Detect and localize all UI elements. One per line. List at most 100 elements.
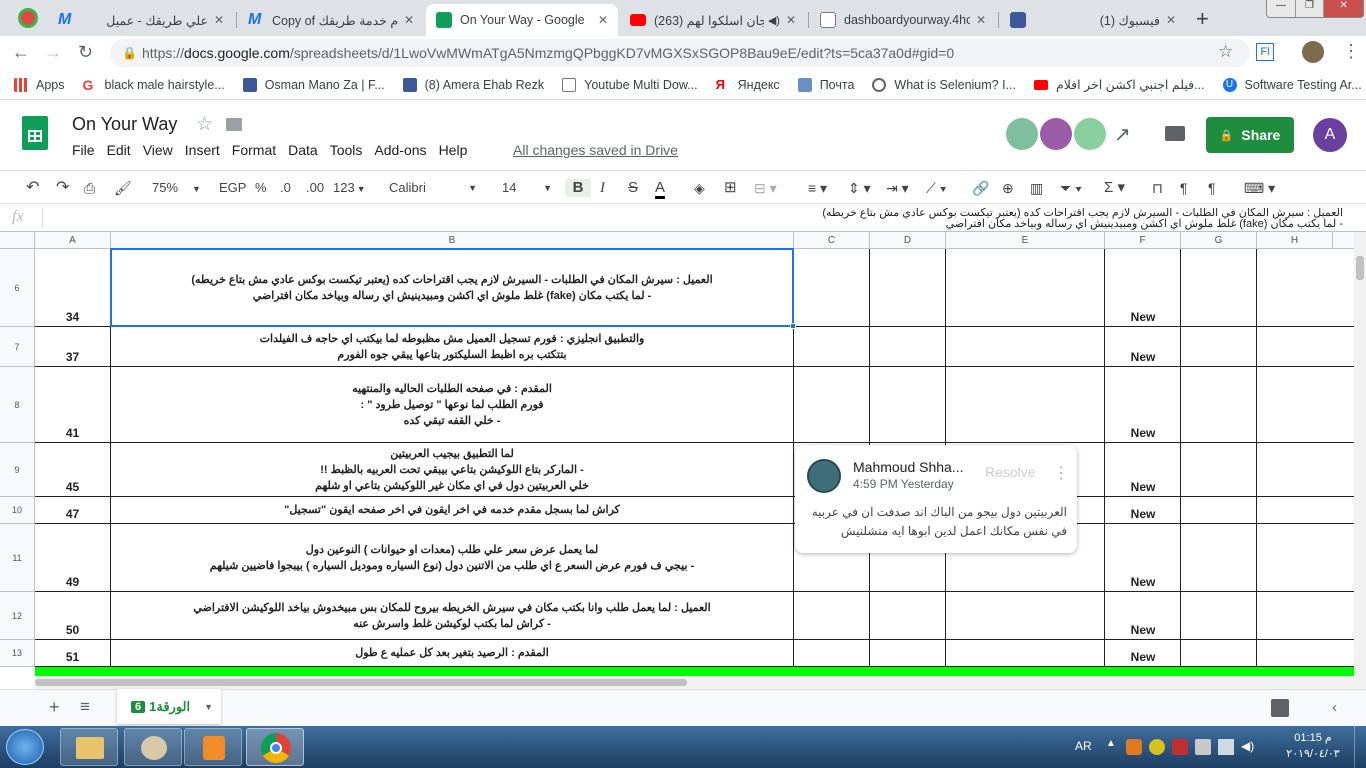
column-header[interactable]: C [794, 232, 870, 249]
taskbar-chrome-icon[interactable] [246, 728, 304, 766]
column-header[interactable]: F [1105, 232, 1181, 249]
sheets-logo-icon[interactable] [22, 116, 48, 150]
account-avatar[interactable]: A [1313, 118, 1347, 152]
bookmark[interactable]: Почта [797, 77, 854, 92]
cell-b[interactable]: لما التطبيق بيجيب العربيتين - الماركر بت… [111, 443, 793, 496]
reload-icon[interactable]: ↻ [78, 42, 93, 63]
add-sheet-icon[interactable]: + [49, 697, 60, 718]
row-header[interactable]: 7 [0, 327, 35, 367]
taskbar-explorer-icon[interactable] [60, 728, 118, 766]
bookmark[interactable]: فيلم اجنبي اكشن اخر افلام... [1033, 77, 1205, 92]
cell-f-status[interactable]: New [1105, 575, 1181, 589]
collaborator-avatar[interactable] [1006, 118, 1038, 150]
menu-help[interactable]: Help [433, 142, 474, 158]
menu-format[interactable]: Format [226, 142, 282, 158]
cell-b[interactable]: المقدم : في صفحه الطلبات الحاليه والمنته… [111, 367, 793, 442]
cell-f-status[interactable]: New [1105, 310, 1181, 324]
tray-app-icon[interactable] [1172, 739, 1188, 755]
cell-f-status[interactable]: New [1105, 426, 1181, 440]
minimize-icon[interactable]: — [1267, 0, 1295, 17]
row-header[interactable]: 13 [0, 640, 35, 667]
tray-app-icon[interactable] [1195, 739, 1211, 755]
decrease-decimals-button[interactable]: .0 [280, 179, 291, 197]
clock[interactable]: 01:15 م ٢٠١٩/٠٤/٠٣ [1280, 730, 1346, 762]
window-close-icon[interactable]: ✕ [1323, 0, 1363, 17]
start-button[interactable] [6, 729, 44, 765]
insert-chart-icon[interactable]: ▥ [1030, 179, 1043, 197]
keyboard-icon[interactable]: ⌨ ▾ [1244, 179, 1275, 197]
cell-b[interactable]: لما يعمل عرض سعر علي طلب (معدات او حيوان… [111, 524, 793, 591]
more-options-icon[interactable]: ⋮ [1053, 463, 1069, 483]
select-all-corner[interactable] [0, 232, 35, 249]
close-icon[interactable]: ✕ [598, 13, 608, 27]
show-hidden-icons[interactable]: ▲ [1106, 738, 1116, 749]
save-status-link[interactable]: All changes saved in Drive [513, 142, 678, 158]
column-header[interactable]: A [35, 232, 111, 249]
sheet-tab[interactable]: 6 الورقة1 ▼ [117, 689, 221, 724]
insert-link-icon[interactable]: 🔗 [972, 179, 989, 197]
column-header[interactable]: B [111, 232, 794, 249]
align-vertical-icon[interactable]: ⇕ ▾ [848, 179, 871, 197]
strikethrough-button[interactable]: S [628, 179, 638, 197]
all-sheets-icon[interactable]: ≡ [80, 697, 90, 717]
menu-tools[interactable]: Tools [324, 142, 369, 158]
font-size-select[interactable]: 14 ▼ [502, 179, 552, 197]
horizontal-scrollbar[interactable] [35, 676, 1354, 689]
collapse-panel-icon[interactable]: ‹ [1332, 699, 1337, 716]
folder-icon[interactable] [226, 118, 242, 131]
menu-edit[interactable]: Edit [101, 142, 137, 158]
insert-comment-icon[interactable]: ⊕ [1002, 179, 1014, 197]
borders-icon[interactable]: ⊞ [724, 179, 737, 197]
browser-app-icon[interactable] [18, 8, 38, 28]
bold-button[interactable]: B [565, 179, 591, 197]
redo-icon[interactable]: ↷ [56, 179, 69, 197]
rtl-icon[interactable]: ¶ [1180, 179, 1188, 197]
column-header[interactable]: E [946, 232, 1105, 249]
document-title[interactable]: On Your Way [72, 114, 177, 135]
row-header[interactable]: 10 [0, 497, 35, 524]
cell-f-status[interactable]: New [1105, 623, 1181, 637]
text-wrap-icon[interactable]: ⇥ ▾ [886, 179, 909, 197]
bookmark[interactable]: U Software Testing Ar... [1222, 77, 1362, 92]
row-header[interactable]: 9 [0, 443, 35, 497]
collaborator-avatar[interactable] [1074, 118, 1106, 150]
network-icon[interactable] [1218, 739, 1234, 755]
functions-icon[interactable]: Σ ▾ [1104, 179, 1125, 197]
menu-insert[interactable]: Insert [179, 142, 226, 158]
percent-button[interactable]: % [255, 179, 267, 197]
browser-tab-active[interactable]: On Your Way - Google ✕ [426, 4, 618, 36]
comment-card[interactable]: Mahmoud Shha... 4:59 PM Yesterday Resolv… [795, 445, 1077, 553]
cell-f-status[interactable]: New [1105, 350, 1181, 364]
menu-addons[interactable]: Add-ons [368, 142, 432, 158]
menu-file[interactable]: File [66, 142, 101, 158]
forward-icon[interactable]: → [44, 42, 62, 63]
cell-b[interactable]: العميل : لما يعمل طلب وانا بكتب مكان في … [111, 592, 793, 639]
tray-icons[interactable]: ◀) [1126, 739, 1257, 755]
filter-icon[interactable]: ⏷ ▾ [1060, 179, 1082, 197]
cell-a[interactable]: 51 [35, 650, 110, 664]
close-icon[interactable]: ✕ [214, 13, 224, 27]
undo-icon[interactable]: ↶ [26, 179, 39, 197]
collaborator-avatars[interactable] [1006, 118, 1106, 150]
cell-f-status[interactable]: New [1105, 480, 1181, 494]
currency-button[interactable]: EGP [219, 179, 246, 197]
close-icon[interactable]: ✕ [976, 13, 986, 27]
more-formats-button[interactable]: 123 ▼ [333, 179, 366, 197]
align-horizontal-icon[interactable]: ≡ ▾ [808, 179, 827, 197]
browser-tab[interactable]: dashboardyourway.4ho ✕ [810, 4, 996, 36]
cell-a[interactable]: 49 [35, 575, 110, 589]
cell-f-status[interactable]: New [1105, 650, 1181, 664]
formula-input[interactable]: العميل : سيرش المكان في الطلبات - السيرش… [48, 208, 1343, 230]
print-icon[interactable]: ⎙ [84, 179, 95, 197]
freeze-icon[interactable]: ⊓ [1152, 179, 1163, 197]
text-rotate-icon[interactable]: ⟋ ▾ [926, 179, 947, 197]
cell-a[interactable]: 37 [35, 350, 110, 364]
increase-decimals-button[interactable]: .00 [306, 179, 324, 197]
merge-cells-icon[interactable]: ⊟ ▾ [754, 179, 777, 197]
close-icon[interactable]: ✕ [1166, 13, 1176, 27]
bookmark-star-icon[interactable]: ☆ [1218, 42, 1233, 62]
row-header[interactable]: 12 [0, 592, 35, 640]
tray-app-icon[interactable] [1126, 739, 1142, 755]
vertical-scrollbar[interactable] [1354, 232, 1366, 689]
explore-icon[interactable] [1271, 699, 1289, 717]
